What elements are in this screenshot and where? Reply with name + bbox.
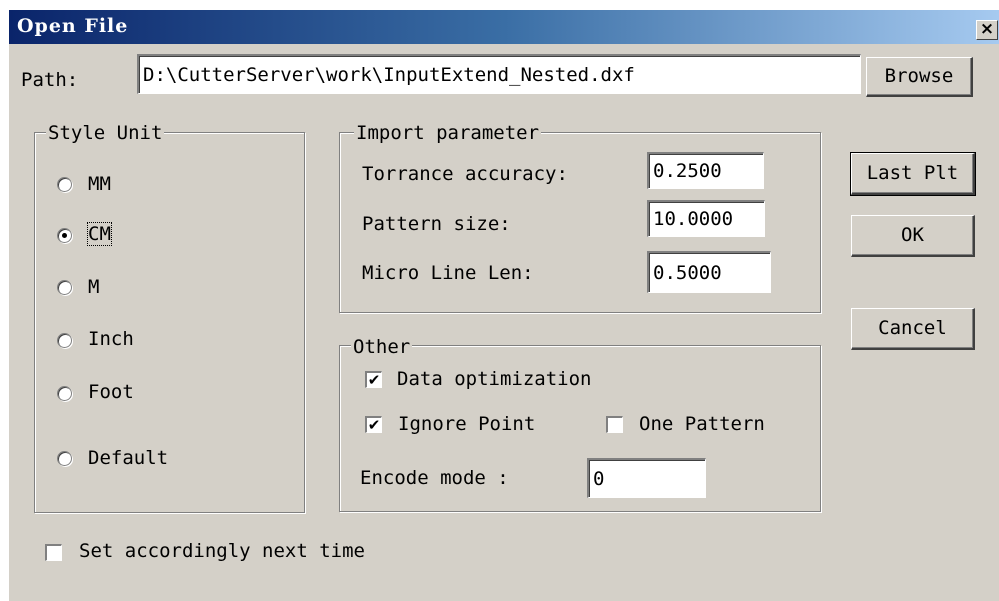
radio-selected-dot: [62, 233, 67, 238]
set-next-time-label: Set accordingly next time: [79, 540, 365, 562]
torrance-accuracy-input[interactable]: [647, 152, 764, 189]
radio-inch-label: Inch: [88, 328, 134, 350]
pattern-size-input[interactable]: [647, 200, 765, 237]
encode-mode-input[interactable]: [587, 458, 706, 498]
radio-cm-circle[interactable]: [57, 228, 72, 243]
style-unit-legend: Style Unit: [46, 122, 165, 144]
radio-mm-label: MM: [88, 173, 111, 195]
last-plt-button[interactable]: Last Plt: [850, 152, 976, 196]
style-unit-group: [34, 132, 305, 513]
path-label: Path:: [21, 69, 79, 91]
set-next-time-checkbox[interactable]: [45, 544, 62, 561]
close-icon: ×: [979, 19, 995, 39]
ignore-point-label: Ignore Point: [398, 413, 536, 435]
radio-mm-circle[interactable]: [57, 177, 72, 192]
ok-button[interactable]: OK: [851, 215, 975, 257]
encode-mode-label: Encode mode :: [360, 467, 509, 489]
other-legend: Other: [351, 336, 413, 358]
data-optimization-checkbox[interactable]: ✔: [365, 371, 382, 388]
micro-line-len-label: Micro Line Len:: [362, 262, 534, 284]
close-button[interactable]: ×: [976, 20, 998, 40]
torrance-accuracy-label: Torrance accuracy:: [362, 163, 568, 185]
dialog-title: Open File: [17, 15, 129, 37]
radio-m-label: M: [88, 276, 100, 298]
data-optimization-label: Data optimization: [397, 368, 592, 390]
path-input[interactable]: [137, 54, 861, 94]
import-parameter-legend: Import parameter: [354, 122, 542, 144]
title-bar[interactable]: Open File ×: [9, 10, 999, 44]
radio-default-circle[interactable]: [57, 451, 72, 466]
radio-inch-circle[interactable]: [57, 333, 72, 348]
radio-foot-label: Foot: [88, 381, 134, 403]
pattern-size-label: Pattern size:: [362, 213, 511, 235]
cancel-button[interactable]: Cancel: [851, 308, 975, 350]
micro-line-len-input[interactable]: [647, 251, 771, 293]
radio-foot-circle[interactable]: [57, 386, 72, 401]
browse-button[interactable]: Browse: [866, 57, 973, 97]
ignore-point-checkbox[interactable]: ✔: [365, 416, 382, 433]
radio-default-label: Default: [88, 447, 169, 469]
open-file-dialog: Open File × Path: Browse Style Unit MM C…: [8, 9, 999, 601]
radio-cm-label: CM: [87, 222, 112, 246]
one-pattern-checkbox[interactable]: [606, 416, 623, 433]
one-pattern-label: One Pattern: [639, 413, 765, 435]
radio-m-circle[interactable]: [57, 280, 72, 295]
